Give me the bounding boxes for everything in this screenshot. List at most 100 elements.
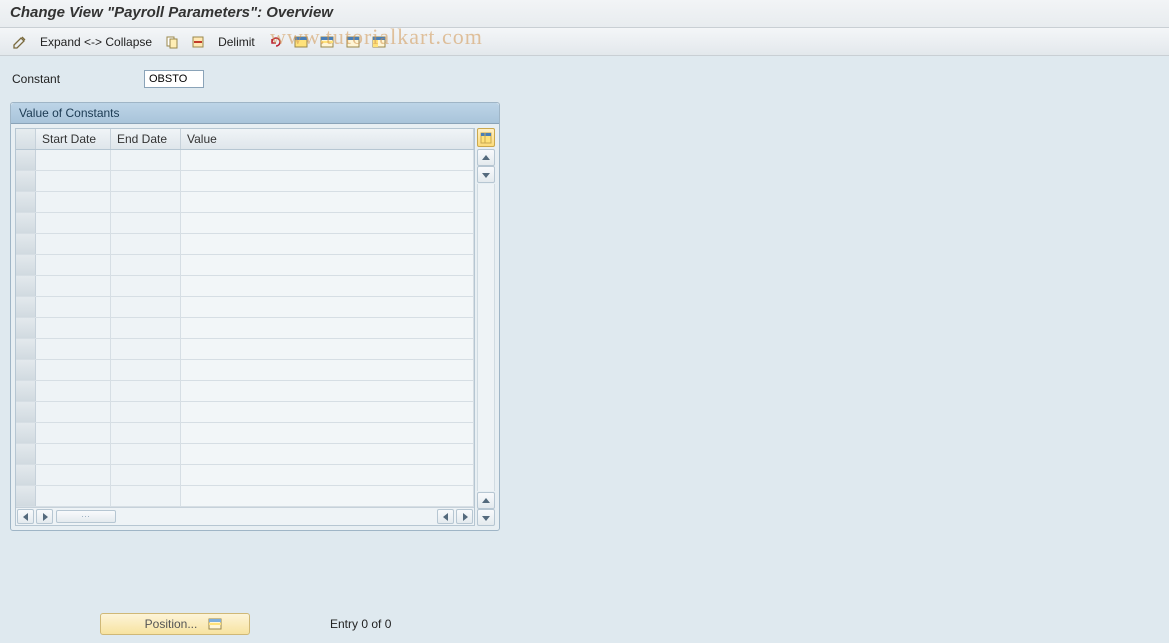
cell-value[interactable] [181, 297, 474, 317]
deselect-all-icon[interactable] [343, 32, 363, 52]
cell-end-date[interactable] [111, 465, 181, 485]
cell-start-date[interactable] [36, 339, 111, 359]
cell-start-date[interactable] [36, 360, 111, 380]
cell-value[interactable] [181, 276, 474, 296]
undo-change-icon[interactable] [265, 32, 285, 52]
vscroll-track[interactable] [477, 184, 495, 491]
toggle-display-change-icon[interactable] [10, 32, 30, 52]
cell-end-date[interactable] [111, 318, 181, 338]
select-all-icon[interactable] [291, 32, 311, 52]
cell-end-date[interactable] [111, 234, 181, 254]
cell-end-date[interactable] [111, 444, 181, 464]
row-selector[interactable] [16, 360, 36, 380]
cell-start-date[interactable] [36, 381, 111, 401]
cell-value[interactable] [181, 423, 474, 443]
vscroll-down-inner-button[interactable] [477, 166, 495, 183]
cell-value[interactable] [181, 360, 474, 380]
row-selector[interactable] [16, 444, 36, 464]
cell-start-date[interactable] [36, 276, 111, 296]
table-settings-icon[interactable] [369, 32, 389, 52]
cell-start-date[interactable] [36, 465, 111, 485]
cell-start-date[interactable] [36, 171, 111, 191]
cell-value[interactable] [181, 192, 474, 212]
hscroll-thumb[interactable]: ⋯ [56, 510, 116, 523]
cell-value[interactable] [181, 381, 474, 401]
cell-value[interactable] [181, 150, 474, 170]
cell-end-date[interactable] [111, 297, 181, 317]
table-grid: Start Date End Date Value ⋯ [15, 128, 475, 526]
hscroll-right-button[interactable] [456, 509, 473, 524]
row-selector[interactable] [16, 486, 36, 506]
cell-start-date[interactable] [36, 255, 111, 275]
row-selector[interactable] [16, 213, 36, 233]
column-header-end-date[interactable]: End Date [111, 129, 181, 149]
row-selector[interactable] [16, 234, 36, 254]
column-header-start-date[interactable]: Start Date [36, 129, 111, 149]
cell-value[interactable] [181, 465, 474, 485]
cell-start-date[interactable] [36, 213, 111, 233]
cell-end-date[interactable] [111, 150, 181, 170]
column-header-value[interactable]: Value [181, 129, 474, 149]
cell-value[interactable] [181, 486, 474, 506]
cell-value[interactable] [181, 339, 474, 359]
cell-end-date[interactable] [111, 360, 181, 380]
vscroll-down-button[interactable] [477, 509, 495, 526]
cell-start-date[interactable] [36, 192, 111, 212]
delete-icon[interactable] [188, 32, 208, 52]
cell-end-date[interactable] [111, 276, 181, 296]
delimit-button[interactable]: Delimit [214, 33, 259, 51]
select-block-icon[interactable] [317, 32, 337, 52]
footer-bar: Position... Entry 0 of 0 [100, 613, 391, 635]
cell-end-date[interactable] [111, 255, 181, 275]
row-selector[interactable] [16, 465, 36, 485]
row-selector[interactable] [16, 255, 36, 275]
row-selector[interactable] [16, 192, 36, 212]
copy-as-icon[interactable] [162, 32, 182, 52]
cell-end-date[interactable] [111, 171, 181, 191]
cell-start-date[interactable] [36, 234, 111, 254]
row-selector[interactable] [16, 423, 36, 443]
cell-end-date[interactable] [111, 192, 181, 212]
row-selector[interactable] [16, 339, 36, 359]
cell-value[interactable] [181, 234, 474, 254]
table-row [16, 465, 474, 486]
cell-value[interactable] [181, 213, 474, 233]
cell-start-date[interactable] [36, 486, 111, 506]
cell-start-date[interactable] [36, 297, 111, 317]
cell-end-date[interactable] [111, 339, 181, 359]
cell-value[interactable] [181, 318, 474, 338]
row-selector[interactable] [16, 402, 36, 422]
hscroll-right-inner-button[interactable] [36, 509, 53, 524]
cell-end-date[interactable] [111, 402, 181, 422]
row-selector[interactable] [16, 318, 36, 338]
hscroll-left-inner-button[interactable] [437, 509, 454, 524]
row-selector[interactable] [16, 297, 36, 317]
cell-value[interactable] [181, 171, 474, 191]
cell-value[interactable] [181, 255, 474, 275]
cell-start-date[interactable] [36, 150, 111, 170]
group-title: Value of Constants [11, 103, 499, 124]
cell-value[interactable] [181, 444, 474, 464]
cell-end-date[interactable] [111, 423, 181, 443]
vscroll-up-inner-button[interactable] [477, 492, 495, 509]
row-selector[interactable] [16, 381, 36, 401]
cell-value[interactable] [181, 402, 474, 422]
configure-columns-icon[interactable] [477, 128, 495, 147]
header-row-selector[interactable] [16, 129, 36, 149]
hscroll-left-button[interactable] [17, 509, 34, 524]
cell-start-date[interactable] [36, 318, 111, 338]
cell-start-date[interactable] [36, 444, 111, 464]
cell-end-date[interactable] [111, 486, 181, 506]
position-button[interactable]: Position... [100, 613, 250, 635]
vscroll-up-button[interactable] [477, 149, 495, 166]
row-selector[interactable] [16, 171, 36, 191]
cell-end-date[interactable] [111, 213, 181, 233]
cell-start-date[interactable] [36, 423, 111, 443]
expand-collapse-button[interactable]: Expand <-> Collapse [36, 33, 156, 51]
row-selector[interactable] [16, 150, 36, 170]
hscroll-track[interactable] [118, 510, 436, 523]
row-selector[interactable] [16, 276, 36, 296]
constant-input[interactable] [144, 70, 204, 88]
cell-start-date[interactable] [36, 402, 111, 422]
cell-end-date[interactable] [111, 381, 181, 401]
